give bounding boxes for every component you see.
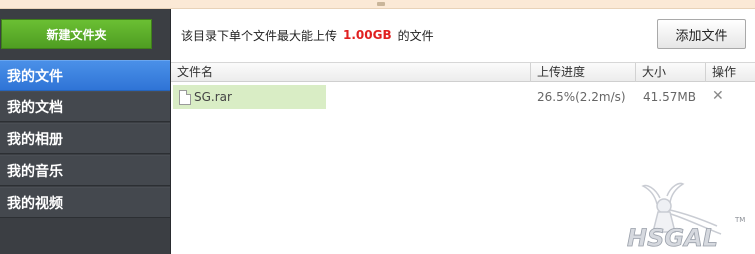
upload-progress: 26.5%(2.2m/s): [537, 90, 626, 104]
column-header-size[interactable]: 大小: [635, 63, 705, 82]
sidebar-item-label: 我的音乐: [7, 163, 63, 180]
sidebar-item-label: 我的视频: [7, 195, 63, 212]
sidebar-item-label: 我的文件: [7, 68, 63, 85]
column-header-filename[interactable]: 文件名: [171, 63, 529, 82]
svg-text:TM: TM: [734, 216, 745, 224]
table-row[interactable]: SG.rar 26.5%(2.2m/s) 41.57MB ✕: [171, 84, 755, 109]
column-header-action: 操作: [705, 63, 755, 82]
sidebar-item-my-documents[interactable]: 我的文档: [0, 91, 170, 122]
sidebar-item-my-files[interactable]: 我的文件: [0, 60, 170, 91]
watermark-logo: HSGAL TM: [625, 180, 755, 254]
sidebar-item-label: 我的相册: [7, 131, 63, 148]
column-header-progress[interactable]: 上传进度: [530, 63, 634, 82]
resize-grip-icon[interactable]: [377, 2, 385, 6]
add-file-button[interactable]: 添加文件: [657, 19, 746, 49]
cancel-upload-icon[interactable]: ✕: [712, 88, 724, 104]
sidebar: 新建文件夹 我的文件 我的文档 我的相册 我的音乐 我的视频: [0, 9, 171, 254]
sidebar-item-label: 我的文档: [7, 99, 63, 116]
limit-value: 1.00GB: [343, 28, 392, 42]
limit-suffix: 的文件: [397, 28, 434, 43]
sidebar-item-my-videos[interactable]: 我的视频: [0, 187, 170, 218]
file-size: 41.57MB: [643, 90, 696, 104]
svg-text:HSGAL: HSGAL: [627, 224, 718, 252]
table-header: 文件名 上传进度 大小 操作: [171, 62, 755, 82]
new-folder-button[interactable]: 新建文件夹: [1, 19, 152, 49]
top-strip: [0, 0, 755, 9]
sidebar-item-my-photos[interactable]: 我的相册: [0, 123, 170, 154]
limit-prefix: 该目录下单个文件最大能上传: [181, 28, 338, 43]
file-name: SG.rar: [194, 90, 232, 104]
file-name-cell[interactable]: SG.rar: [173, 85, 326, 109]
file-icon: [179, 89, 191, 105]
sidebar-item-my-music[interactable]: 我的音乐: [0, 155, 170, 186]
